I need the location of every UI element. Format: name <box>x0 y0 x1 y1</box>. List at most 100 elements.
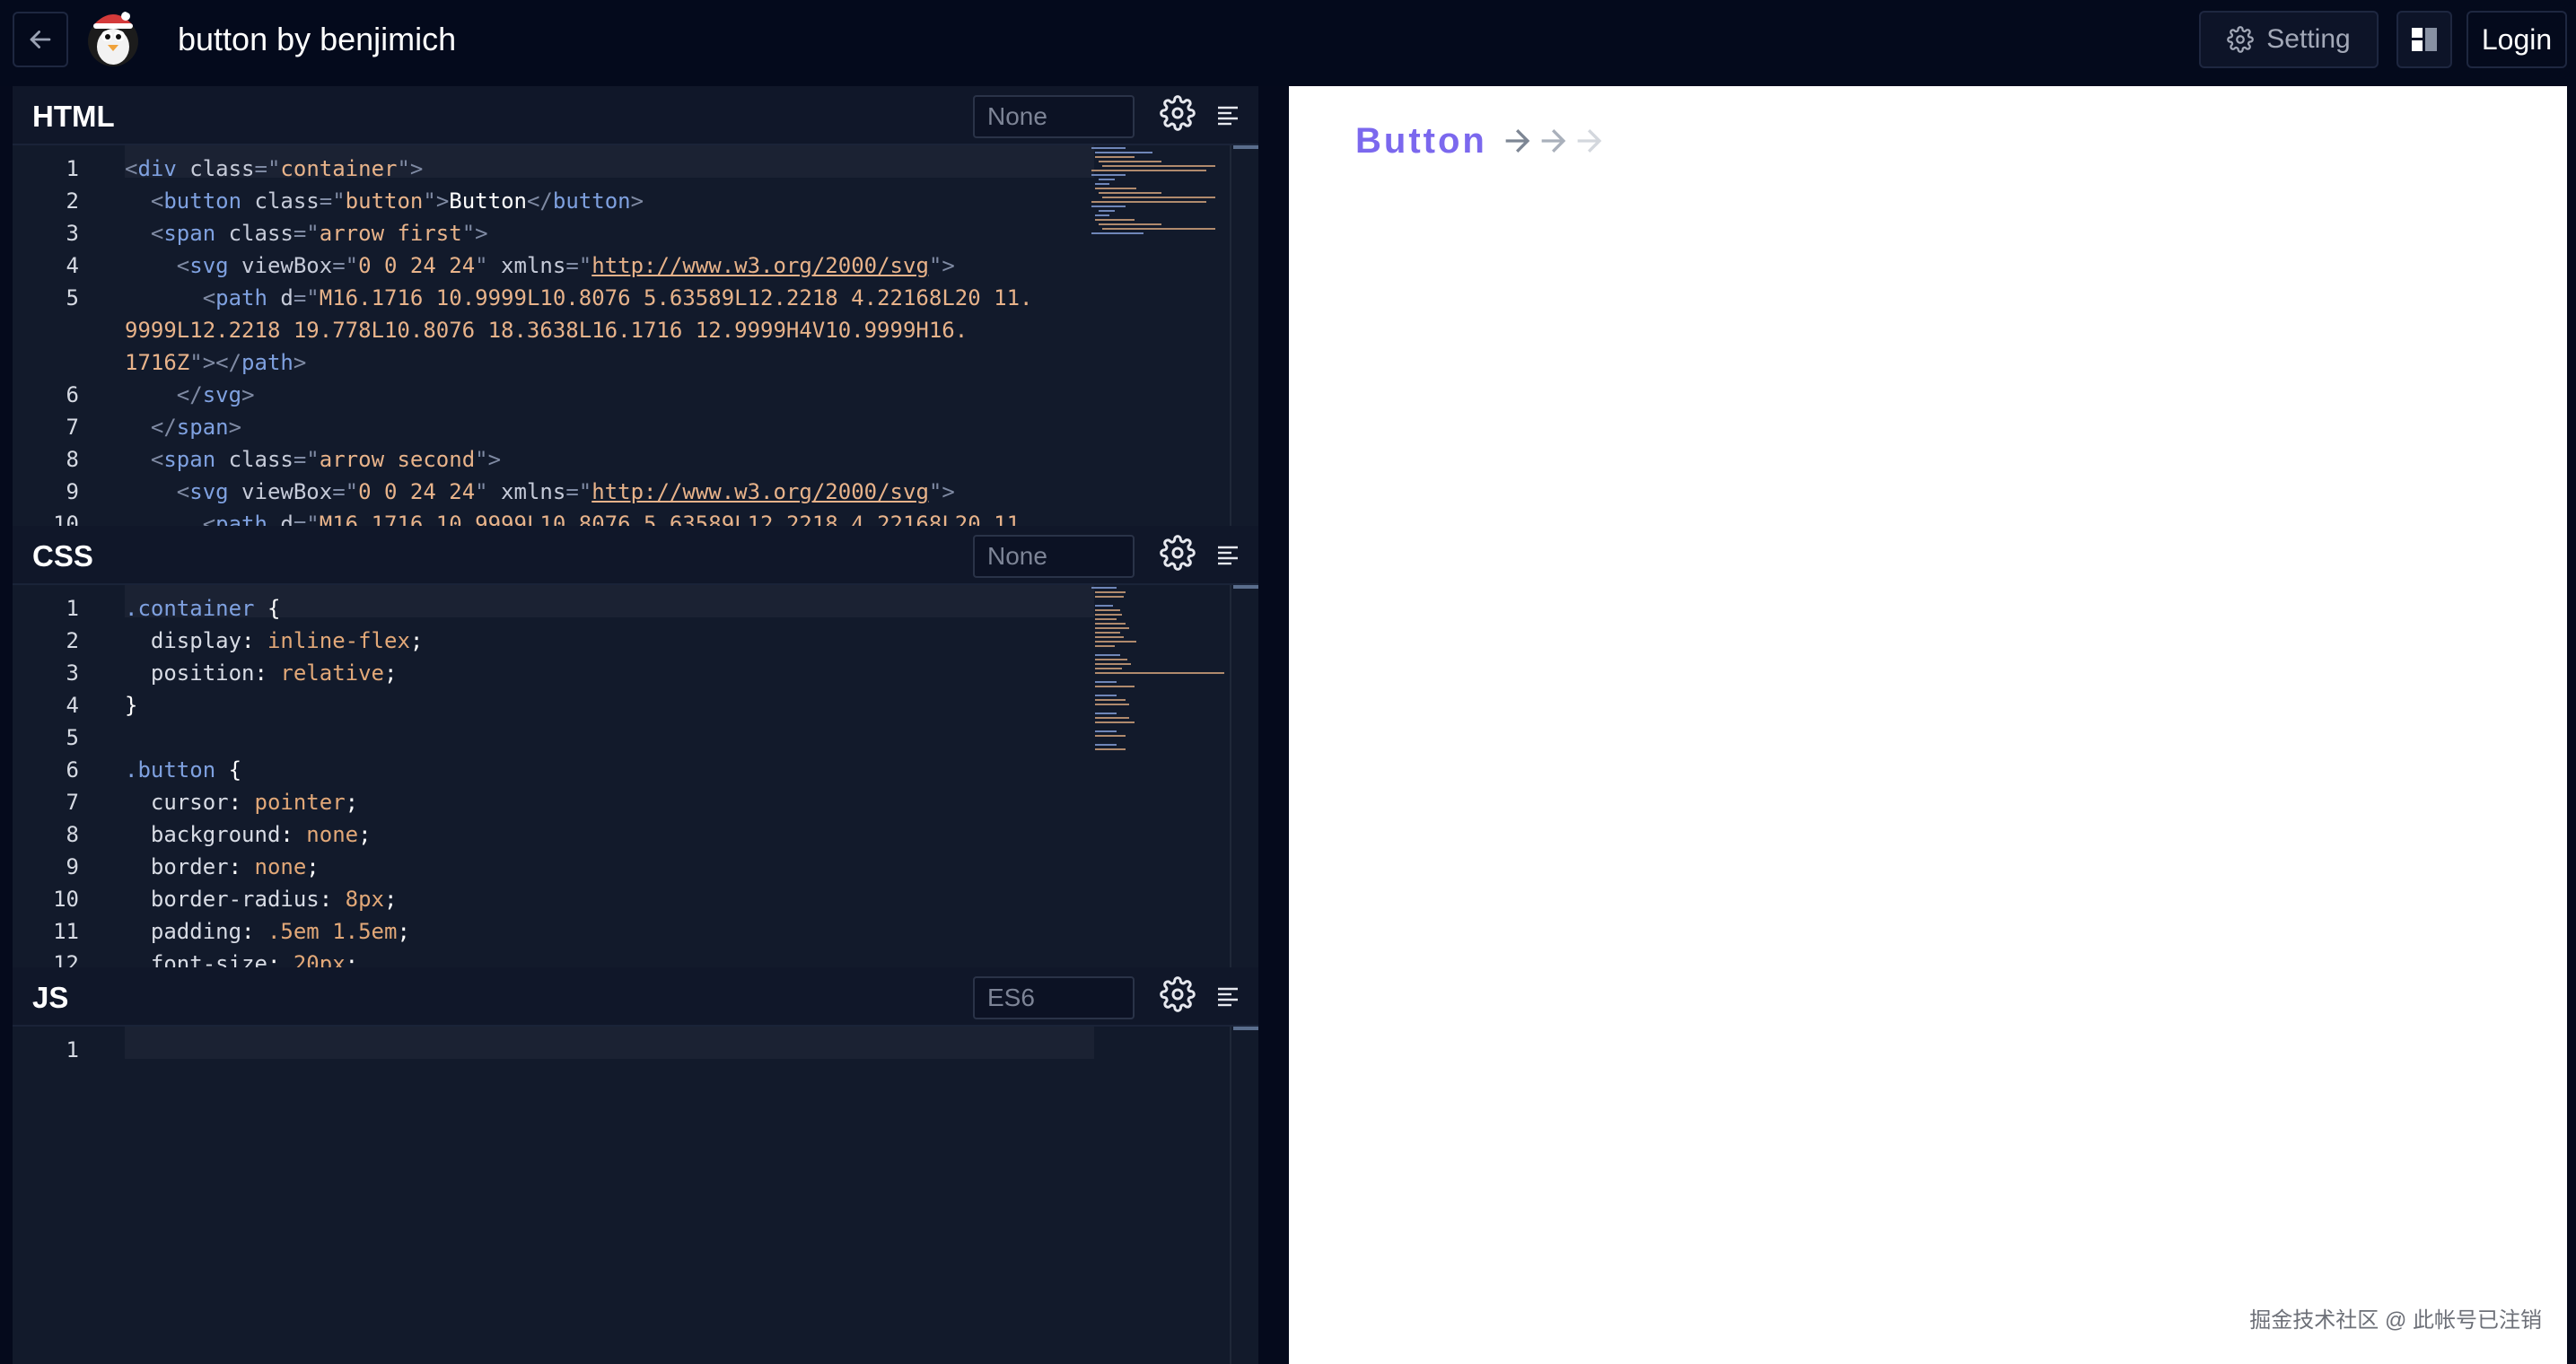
code-token: ; <box>306 854 320 879</box>
scrollbar-thumb[interactable] <box>1233 585 1258 589</box>
code-token: .5em 1.5em <box>267 919 398 944</box>
panel-header: JS ES6 <box>13 967 1258 1027</box>
arrow-right-icon <box>1577 129 1602 153</box>
code-token: path <box>215 285 267 310</box>
code-token: "> <box>928 253 955 278</box>
line-number: 7 <box>66 790 79 815</box>
code-token: display <box>125 628 242 653</box>
avatar[interactable] <box>83 9 144 70</box>
format-lines-icon[interactable] <box>1214 540 1242 569</box>
minimap[interactable] <box>1090 585 1233 967</box>
top-bar: button by benjimich Setting Login <box>0 0 2576 86</box>
line-number-gutter: 1 2 3 4 5 6 7 8 9 10 <box>13 145 120 526</box>
code-token: .button <box>125 757 216 783</box>
line-number-gutter: 1 2 3 4 5 6 7 8 9 10 11 12 <box>13 585 120 967</box>
code-token: button <box>345 188 424 214</box>
preprocessor-select[interactable]: None <box>973 535 1135 578</box>
code-editor[interactable]: 1 2 3 4 5 6 7 8 9 10 11 12 .container { display: in… <box>13 585 1258 967</box>
code-line: <span class="arrow first"> <box>125 217 488 249</box>
code-line: background: none; <box>125 818 372 851</box>
gear-icon[interactable] <box>1160 95 1196 131</box>
code-token: arrow first <box>319 221 462 246</box>
demo-container: Button <box>1355 118 1608 163</box>
code-line: 9999L12.2218 19.778L10.8076 18.3638L16.1… <box>125 314 968 346</box>
gear-icon[interactable] <box>1160 535 1196 571</box>
code-token: { <box>215 757 242 783</box>
code-editor[interactable]: 1 2 3 4 5 6 7 8 9 10 <div class="container"> <but… <box>13 145 1258 526</box>
format-lines-icon[interactable] <box>1214 982 1242 1010</box>
code-line: <path d="M16.1716 10.9999L10.8076 5.6358… <box>125 508 1033 526</box>
code-line: position: relative; <box>125 657 398 689</box>
code-token: 0 0 24 24 <box>358 479 476 504</box>
code-token: border-radius <box>125 887 320 912</box>
layout-toggle-button[interactable] <box>2396 11 2452 68</box>
code-token: xmlns <box>487 253 566 278</box>
code-token: < <box>125 221 164 246</box>
code-token: arrow second <box>319 447 476 472</box>
code-token: span <box>163 447 216 472</box>
minimap[interactable] <box>1090 145 1233 526</box>
vertical-scrollbar[interactable] <box>1230 1027 1258 1364</box>
code-token: : <box>228 854 255 879</box>
line-number: 8 <box>66 822 79 847</box>
arrow-left-icon <box>30 31 51 48</box>
vertical-scrollbar[interactable] <box>1230 585 1258 967</box>
setting-button[interactable]: Setting <box>2199 11 2379 68</box>
code-token: M16.1716 10.9999L10.8076 5.63589L12.2218… <box>319 512 1033 526</box>
code-line: <span class="arrow second"> <box>125 443 501 476</box>
line-number: 2 <box>66 628 79 653</box>
scrollbar-thumb[interactable] <box>1233 145 1258 149</box>
line-number: 9 <box>66 479 79 504</box>
back-button[interactable] <box>13 12 68 67</box>
code-editor[interactable]: 1 <box>13 1027 1258 1364</box>
line-number: 5 <box>66 725 79 750</box>
code-token: < <box>125 156 138 181</box>
gear-icon[interactable] <box>1160 976 1196 1012</box>
line-number: 2 <box>66 188 79 214</box>
code-token: < <box>125 253 190 278</box>
code-token: container <box>280 156 398 181</box>
html-panel: HTML None 1 2 3 4 5 6 7 8 9 10 <div class="contai… <box>13 86 1258 526</box>
vertical-scrollbar[interactable] <box>1230 145 1258 526</box>
code-token: </ <box>125 415 177 440</box>
code-token: 8px <box>345 887 385 912</box>
code-token: button <box>552 188 631 214</box>
code-token: { <box>254 596 281 621</box>
demo-button[interactable]: Button <box>1355 118 1487 163</box>
code-token: http://www.w3.org/2000/svg <box>591 479 929 504</box>
code-token: path <box>241 350 294 375</box>
code-token: "> <box>423 188 450 214</box>
line-number: 6 <box>66 382 79 407</box>
code-token: none <box>254 854 307 879</box>
preprocessor-select[interactable]: ES6 <box>973 976 1135 1019</box>
code-token: d <box>267 512 294 526</box>
code-token: < <box>125 479 190 504</box>
code-token: .container <box>125 596 255 621</box>
code-token: =" <box>319 188 346 214</box>
code-token: "></ <box>189 350 242 375</box>
code-token: div <box>137 156 177 181</box>
code-token: </ <box>526 188 553 214</box>
code-token: span <box>163 221 216 246</box>
pane-resize-handle[interactable] <box>1258 86 1289 1364</box>
code-token: xmlns <box>487 479 566 504</box>
line-number: 11 <box>53 919 79 944</box>
css-panel: CSS None 1 2 3 4 5 6 7 8 9 10 11 12 .container { di… <box>13 526 1258 967</box>
preprocessor-select[interactable]: None <box>973 95 1135 138</box>
code-line: <button class="button">Button</button> <box>125 185 644 217</box>
editor-column: HTML None 1 2 3 4 5 6 7 8 9 10 <div class="contai… <box>13 86 1258 1364</box>
format-lines-icon[interactable] <box>1214 101 1242 129</box>
panel-header: HTML None <box>13 86 1258 145</box>
login-button[interactable]: Login <box>2466 11 2567 68</box>
line-number: 3 <box>66 221 79 246</box>
code-token: > <box>293 350 307 375</box>
code-line: padding: .5em 1.5em; <box>125 915 410 948</box>
arrow-right-icon <box>1505 129 1530 153</box>
code-line: cursor: pointer; <box>125 786 358 818</box>
code-token: class <box>215 447 294 472</box>
code-line: </span> <box>125 411 241 443</box>
scrollbar-thumb[interactable] <box>1233 1027 1258 1030</box>
code-line: } <box>125 689 137 721</box>
line-number: 1 <box>66 156 79 181</box>
code-token: 1716Z <box>125 350 190 375</box>
